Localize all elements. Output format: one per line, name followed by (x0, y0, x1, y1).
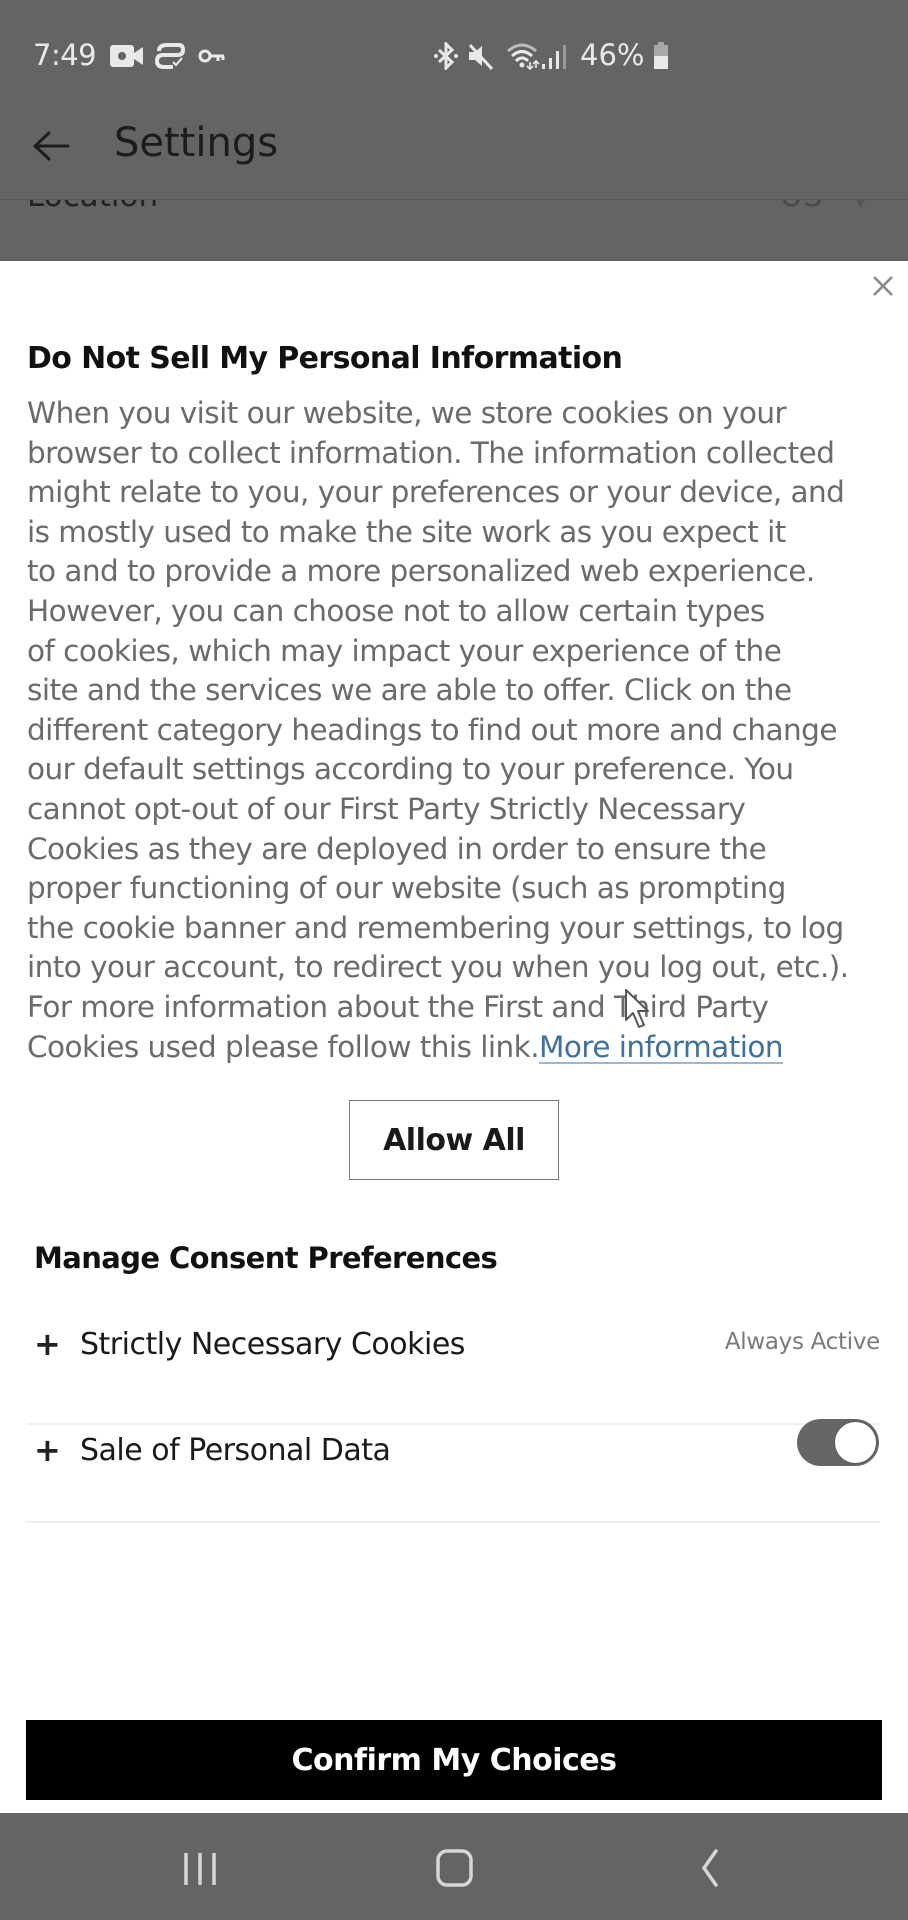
vpn-sync-icon (154, 43, 186, 73)
close-icon (872, 275, 894, 301)
home-icon (424, 1849, 484, 1897)
description-line: of cookies, which may impact your experi… (27, 633, 782, 668)
modal-description: When you visit our website, we store coo… (27, 394, 897, 1067)
background-location-row: Location US ▼ (0, 200, 908, 261)
description-line: Cookies as they are deployed in order to… (27, 831, 767, 866)
close-button[interactable] (866, 271, 900, 305)
sale-of-data-toggle[interactable] (797, 1419, 879, 1466)
consent-section-title: Manage Consent Preferences (34, 1241, 498, 1275)
chevron-down-icon: ▼ (856, 200, 866, 210)
modal-title: Do Not Sell My Personal Information (27, 341, 623, 376)
pref-row-strictly-necessary[interactable]: + Strictly Necessary Cookies Always Acti… (26, 1317, 880, 1425)
always-active-status: Always Active (724, 1329, 880, 1355)
status-time: 7:49 (33, 38, 97, 72)
mute-icon (466, 42, 494, 74)
home-button[interactable] (424, 1843, 484, 1893)
confirm-my-choices-button[interactable]: Confirm My Choices (26, 1720, 882, 1800)
back-button[interactable] (680, 1843, 740, 1893)
description-line-last: Cookies used please follow this link.Mor… (27, 1028, 897, 1068)
battery-icon (653, 42, 669, 74)
mouse-cursor-icon (624, 988, 654, 1036)
description-line: might relate to you, your preferences or… (27, 475, 845, 510)
key-icon (198, 48, 226, 68)
recent-apps-icon (170, 1853, 230, 1897)
description-line: to and to provide a more personalized we… (27, 554, 815, 589)
video-call-icon (110, 44, 146, 72)
arrow-left-icon[interactable] (32, 130, 70, 166)
pref-label: Strictly Necessary Cookies (80, 1327, 465, 1362)
description-line: browser to collect information. The info… (27, 435, 835, 470)
status-bar: 7:49 46% (0, 0, 908, 100)
bluetooth-icon (433, 40, 459, 74)
back-icon (680, 1849, 740, 1897)
divider (26, 1521, 880, 1523)
description-line-text: Cookies used please follow this link. (27, 1029, 540, 1064)
description-line: our default settings according to your p… (27, 752, 794, 787)
description-line: When you visit our website, we store coo… (27, 396, 787, 430)
description-line: For more information about the First and… (27, 989, 769, 1024)
wifi-icon (506, 42, 540, 74)
plus-icon: + (34, 1431, 61, 1469)
toggle-knob (834, 1421, 877, 1464)
description-line: the cookie banner and remembering your s… (27, 910, 844, 945)
page-title: Settings (114, 120, 279, 166)
recent-apps-button[interactable] (170, 1843, 230, 1893)
description-line: is mostly used to make the site work as … (27, 514, 786, 549)
description-line: proper functioning of our website (such … (27, 871, 786, 906)
pref-row-sale-of-personal-data[interactable]: + Sale of Personal Data (26, 1411, 880, 1523)
description-line: into your account, to redirect you when … (27, 950, 849, 985)
plus-icon: + (34, 1325, 61, 1363)
description-line: However, you can choose not to allow cer… (27, 593, 765, 628)
more-information-link[interactable]: More information (539, 1030, 784, 1064)
allow-all-button[interactable]: Allow All (349, 1100, 559, 1180)
location-value: US (780, 200, 822, 214)
description-line: different category headings to find out … (27, 712, 837, 747)
description-line: cannot opt-out of our First Party Strict… (27, 791, 746, 826)
pref-label: Sale of Personal Data (80, 1433, 391, 1468)
location-label: Location (27, 200, 158, 214)
description-line: site and the services we are able to off… (27, 673, 792, 708)
battery-percent: 46% (580, 38, 645, 72)
system-nav-bar (0, 1813, 908, 1920)
privacy-modal: Do Not Sell My Personal Information When… (0, 261, 908, 1813)
signal-icon (541, 44, 567, 74)
